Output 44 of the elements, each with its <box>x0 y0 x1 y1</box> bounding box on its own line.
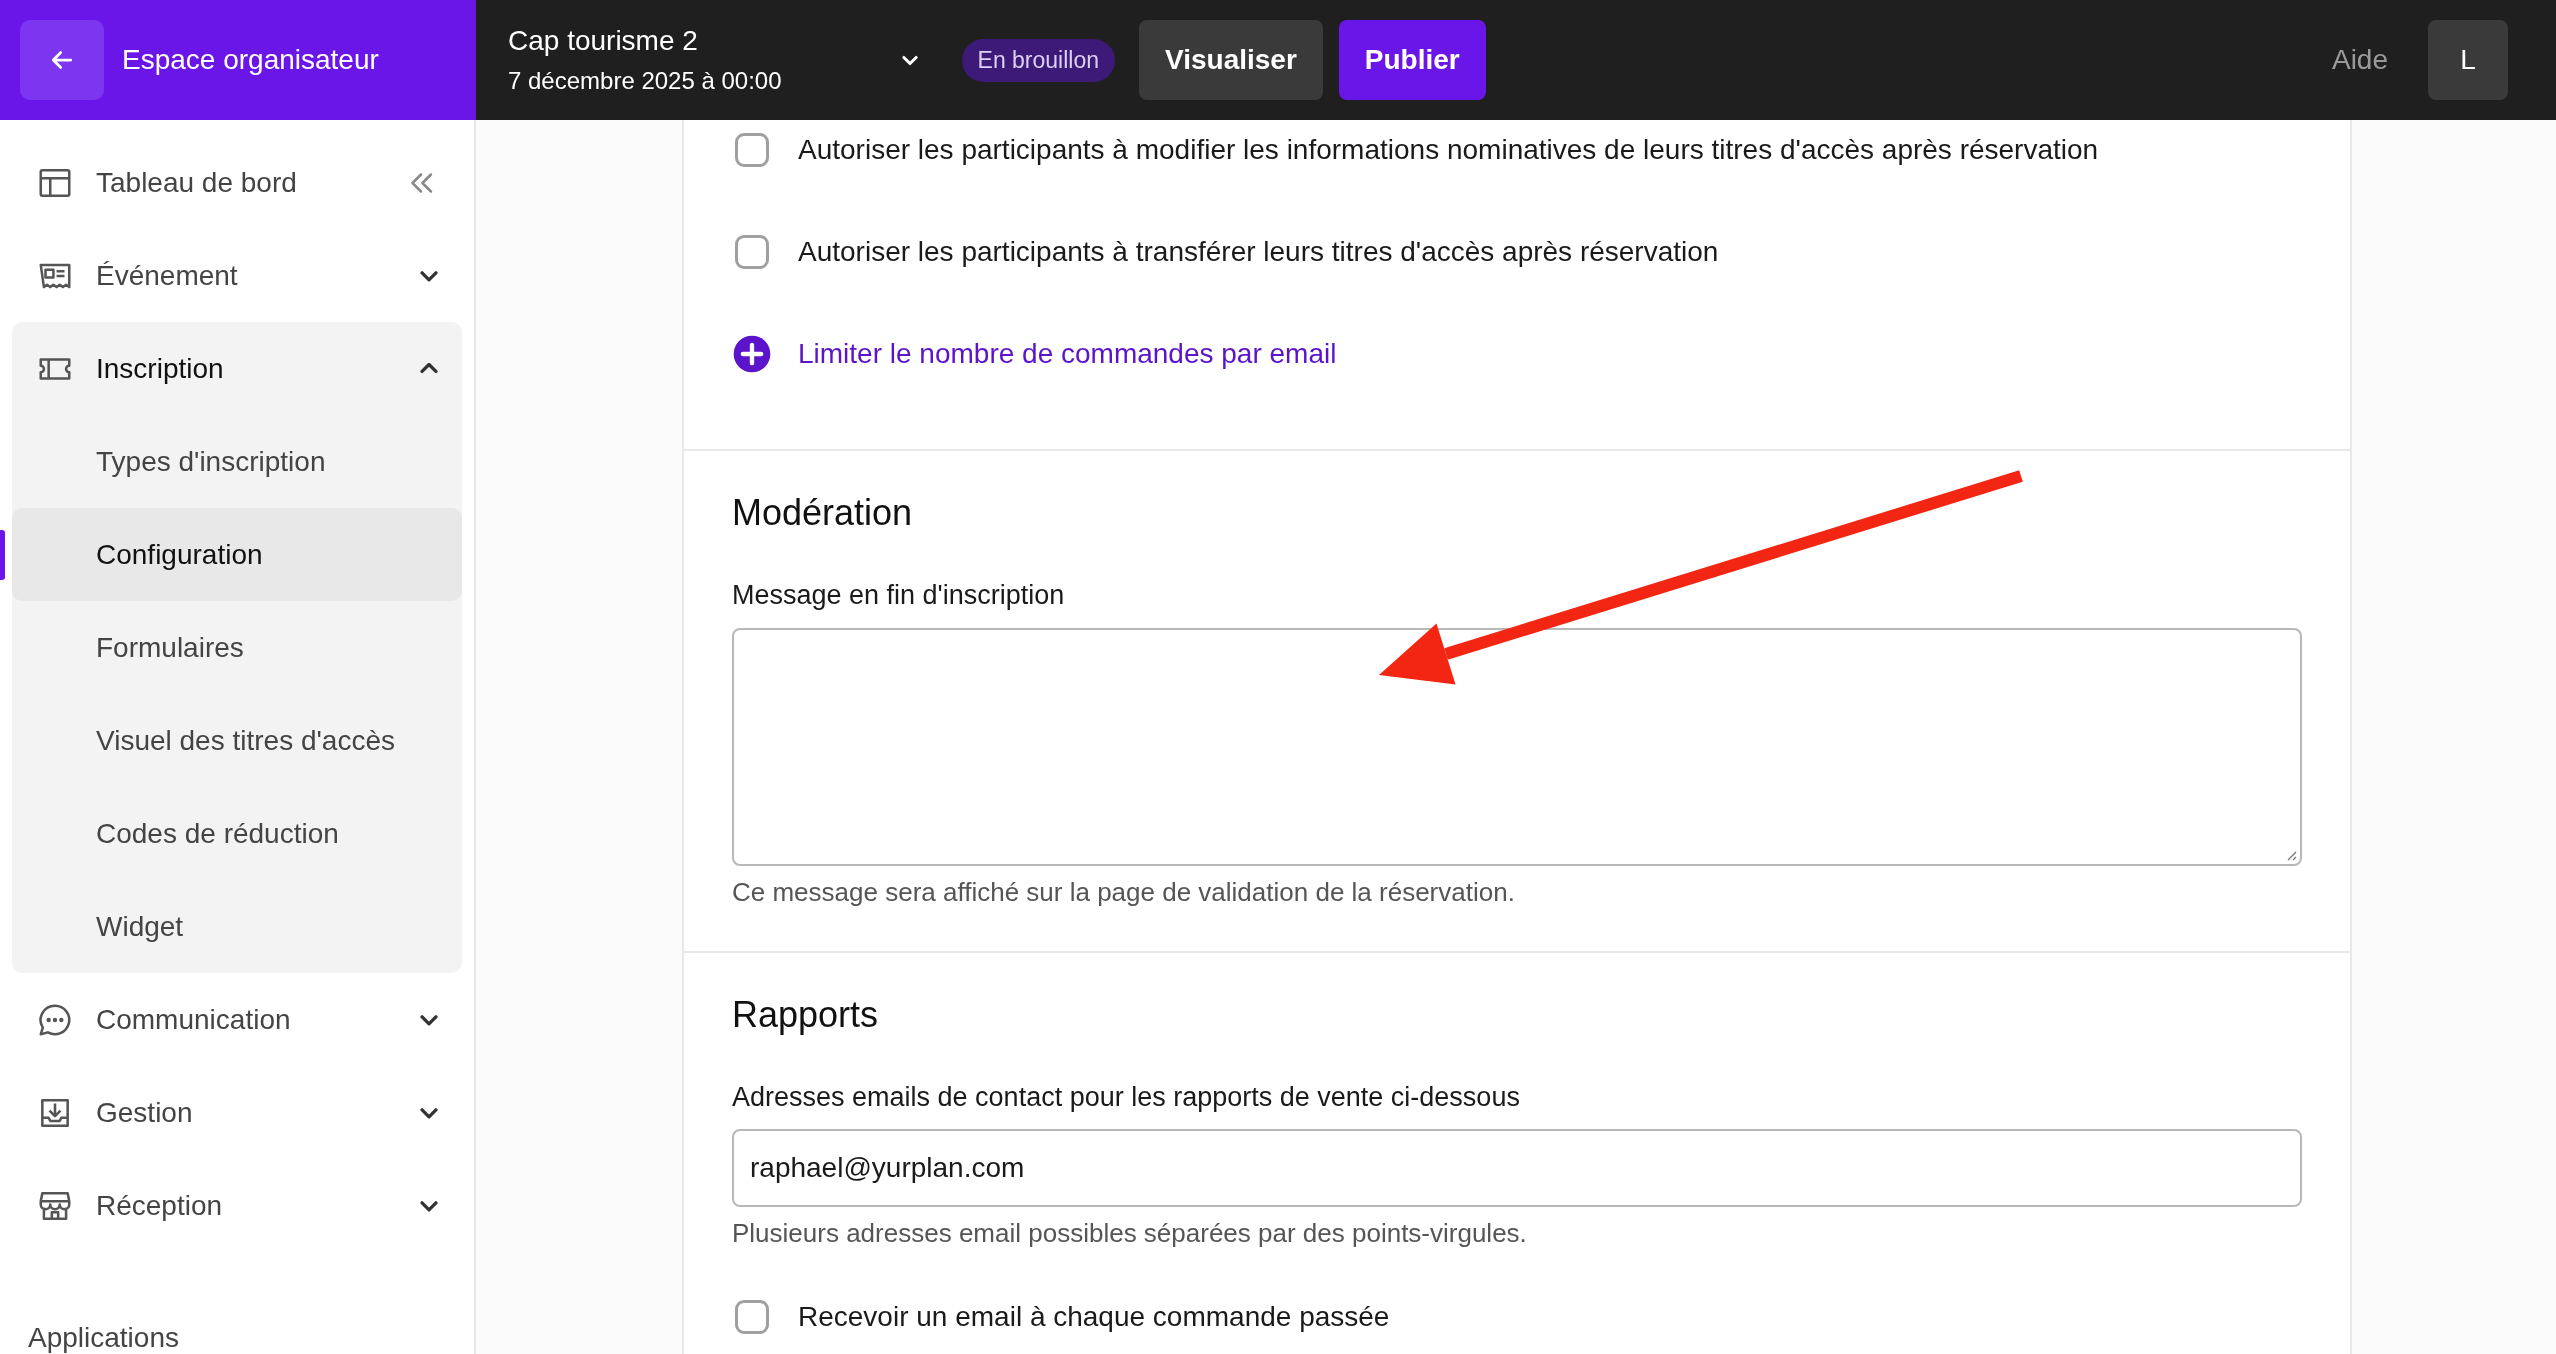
status-badge: En brouillon <box>961 38 1115 82</box>
chevron-down-icon <box>420 1199 438 1212</box>
help-text: Plusieurs adresses email possibles séparées par des points-virgules. <box>732 1217 1528 1250</box>
message-textarea[interactable] <box>732 628 2302 866</box>
active-indicator <box>0 530 5 580</box>
sidebar-item[interactable]: Tableau de bord <box>12 136 462 229</box>
chevron-down-icon <box>420 269 438 282</box>
sidebar-item[interactable]: Gestion <box>12 1066 462 1159</box>
sidebar-subitem[interactable]: Formulaires <box>12 601 462 694</box>
chevron-down-icon <box>420 1013 438 1026</box>
sidebar-item[interactable]: Réception <box>12 1159 462 1252</box>
email-input[interactable]: raphael@yurplan.com <box>732 1129 2302 1207</box>
field-label: Adresses emails de contact pour les rapports de vente ci-dessous <box>732 1081 1521 1114</box>
help-link[interactable]: Aide <box>2331 44 2388 76</box>
sidebar-subitem[interactable]: Visuel des titres d'accès <box>12 694 462 787</box>
section-title: Modération <box>732 491 914 535</box>
chevron-up-icon <box>420 362 438 375</box>
back-button[interactable] <box>20 20 104 100</box>
add-limit-link[interactable]: Limiter le nombre de commandes par email <box>798 338 1337 370</box>
checkbox-label: Recevoir un email à chaque commande passée <box>798 1301 1390 1333</box>
checkbox-label: Autoriser les participants à transférer leurs titres d'accès après réservation <box>798 236 1719 268</box>
chevron-down-icon <box>420 1106 438 1119</box>
checkbox[interactable] <box>735 133 769 167</box>
plus-circle-icon <box>732 334 772 374</box>
help-text: Ce message sera affiché sur la page de validation de la réservation. <box>732 876 1516 909</box>
back-label: Espace organisateur <box>122 44 379 76</box>
publish-button[interactable]: Publier <box>1338 20 1486 100</box>
sidebar-heading: Applications <box>27 1322 180 1354</box>
sidebar-subitem[interactable]: Types d'inscription <box>12 415 462 508</box>
sidebar-item[interactable]: Événement <box>12 229 462 322</box>
avatar-button[interactable]: L <box>2428 20 2508 100</box>
sidebar-item[interactable]: Inscription <box>12 322 462 415</box>
event-selector[interactable]: Cap tourisme 2 7 décembre 2025 à 00:00 <box>508 25 918 95</box>
field-label: Message en fin d'inscription <box>732 579 1066 612</box>
sidebar-subitem[interactable]: Configuration <box>12 508 462 601</box>
checkbox-label: Autoriser les participants à modifier les informations nominatives de leurs titres d'accès après réservation <box>798 134 2099 166</box>
sidebar-item[interactable]: Communication <box>12 973 462 1066</box>
checkbox[interactable] <box>735 235 769 269</box>
chevron-down-icon <box>901 54 918 66</box>
preview-button[interactable]: Visualiser <box>1139 20 1323 100</box>
checkbox[interactable] <box>735 1300 769 1334</box>
sidebar-subitem[interactable]: Widget <box>12 880 462 973</box>
section-title: Rapports <box>732 993 880 1037</box>
sidebar-subitem[interactable]: Codes de réduction <box>12 787 462 880</box>
